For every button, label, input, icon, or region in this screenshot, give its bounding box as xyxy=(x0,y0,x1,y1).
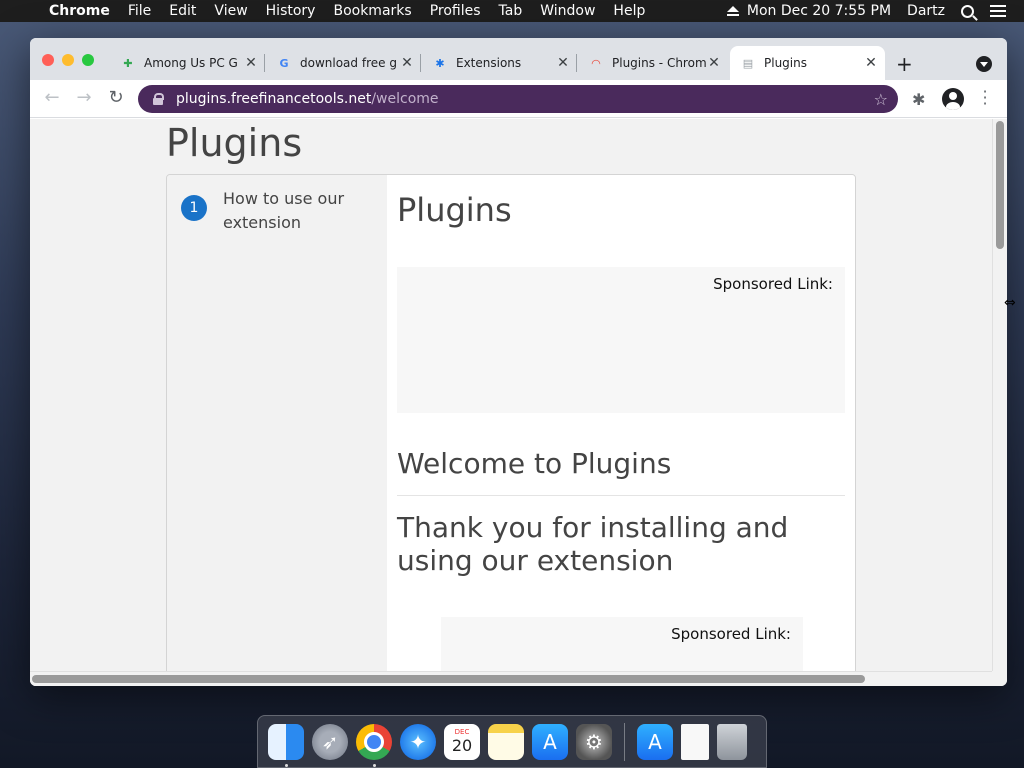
tab-separator xyxy=(420,54,421,72)
step-number-badge: 1 xyxy=(181,195,207,221)
tab-title: Plugins xyxy=(764,56,807,70)
section-divider xyxy=(397,495,845,496)
tab-close-icon[interactable]: ✕ xyxy=(555,55,571,71)
step-label: How to use our extension xyxy=(223,189,345,232)
tab-plugins-active[interactable]: ▤ Plugins ✕ xyxy=(730,46,885,80)
menu-bar: Chrome File Edit View History Bookmarks … xyxy=(0,0,1024,22)
menu-bookmarks[interactable]: Bookmarks xyxy=(324,0,420,22)
running-indicator xyxy=(373,763,376,767)
sponsored-ad-box[interactable]: Sponsored Link: xyxy=(397,267,845,413)
back-arrow-icon[interactable]: ← xyxy=(42,88,62,108)
welcome-heading: Welcome to Plugins xyxy=(397,447,672,480)
finder-icon[interactable] xyxy=(268,723,304,767)
dock: ➶ ✦ DEC 20 A ⚙ A xyxy=(257,715,767,768)
vertical-scrollbar[interactable] xyxy=(992,119,1007,671)
tab-title: Among Us PC G xyxy=(144,56,238,70)
horizontal-scroll-thumb[interactable] xyxy=(32,675,865,683)
calendar-day: 20 xyxy=(451,736,473,755)
window-minimize-button[interactable] xyxy=(62,54,74,66)
steps-sidebar: 1 How to use our extension xyxy=(167,175,387,686)
page-viewport: Plugins 1 How to use our extension Plugi… xyxy=(30,119,1007,686)
menu-window[interactable]: Window xyxy=(531,0,604,22)
page-title: Plugins xyxy=(166,121,303,165)
chrome-icon[interactable] xyxy=(356,723,392,767)
puzzle-icon: ✱ xyxy=(435,56,445,70)
vertical-scroll-thumb[interactable] xyxy=(996,121,1004,249)
menubar-user[interactable]: Dartz xyxy=(899,3,953,19)
new-tab-button[interactable]: + xyxy=(896,52,913,76)
launchpad-icon[interactable]: ➶ xyxy=(312,723,348,760)
system-preferences-icon[interactable]: ⚙ xyxy=(576,723,612,760)
tab-close-icon[interactable]: ✕ xyxy=(399,55,415,71)
menu-file[interactable]: File xyxy=(119,0,160,22)
tab-close-icon[interactable]: ✕ xyxy=(706,55,722,71)
url-path: /welcome xyxy=(371,91,439,107)
browser-toolbar: ← → ↻ plugins.freefinancetools.net/welco… xyxy=(30,80,1007,118)
tab-plugins-chrome[interactable]: ◠ Plugins - Chrom ✕ xyxy=(578,46,728,80)
calendar-month: DEC xyxy=(454,728,470,736)
document-icon[interactable] xyxy=(681,723,709,760)
forward-arrow-icon[interactable]: → xyxy=(74,88,94,108)
safari-icon[interactable]: ✦ xyxy=(400,723,436,760)
menu-edit[interactable]: Edit xyxy=(160,0,205,22)
profile-avatar-icon[interactable] xyxy=(942,88,964,110)
resize-cursor-icon: ⇔ xyxy=(1004,295,1016,311)
rainbow-icon: ◠ xyxy=(591,56,601,70)
tab-extensions[interactable]: ✱ Extensions ✕ xyxy=(422,46,577,80)
app-store-downloads-icon[interactable]: A xyxy=(637,723,673,760)
page-icon: ▤ xyxy=(742,56,754,70)
url-host: plugins.freefinancetools.net xyxy=(176,91,372,107)
app-store-icon[interactable]: A xyxy=(532,723,568,760)
eject-icon[interactable] xyxy=(726,6,739,16)
sponsored-label: Sponsored Link: xyxy=(713,275,833,293)
menu-profiles[interactable]: Profiles xyxy=(421,0,490,22)
menu-history[interactable]: History xyxy=(257,0,325,22)
tab-title: download free g xyxy=(300,56,397,70)
tab-title: Plugins - Chrom xyxy=(612,56,706,70)
tab-strip: ✚ Among Us PC G ✕ G download free g ✕ ✱ … xyxy=(30,38,1007,80)
spotlight-search-icon[interactable] xyxy=(961,4,974,18)
lock-icon[interactable] xyxy=(152,93,164,105)
tab-close-icon[interactable]: ✕ xyxy=(863,55,879,71)
tab-separator xyxy=(264,54,265,72)
horizontal-scrollbar[interactable] xyxy=(30,671,992,686)
welcome-card: 1 How to use our extension Plugins Spons… xyxy=(166,174,856,686)
calendar-icon[interactable]: DEC 20 xyxy=(444,723,480,760)
google-icon: G xyxy=(279,56,289,70)
tab-title: Extensions xyxy=(456,56,522,70)
window-close-button[interactable] xyxy=(42,54,54,66)
menu-tab[interactable]: Tab xyxy=(490,0,532,22)
sponsored-label: Sponsored Link: xyxy=(671,625,791,643)
running-indicator xyxy=(285,763,288,767)
window-maximize-button[interactable] xyxy=(82,54,94,66)
address-bar[interactable]: plugins.freefinancetools.net/welcome ☆ xyxy=(138,85,898,113)
gamepad-icon: ✚ xyxy=(123,56,133,70)
dock-separator xyxy=(624,722,625,761)
trash-icon[interactable] xyxy=(717,723,747,760)
menu-app-name[interactable]: Chrome xyxy=(40,0,119,22)
bookmark-star-icon[interactable]: ☆ xyxy=(874,90,888,109)
chrome-window: ✚ Among Us PC G ✕ G download free g ✕ ✱ … xyxy=(30,38,1007,686)
step-item[interactable]: 1 How to use our extension xyxy=(181,187,353,235)
tab-close-icon[interactable]: ✕ xyxy=(243,55,259,71)
more-menu-icon[interactable]: · · · xyxy=(980,84,990,112)
main-content: Plugins Sponsored Link: Welcome to Plugi… xyxy=(387,175,855,686)
reload-icon[interactable]: ↻ xyxy=(106,88,126,108)
content-title: Plugins xyxy=(397,191,512,229)
tab-separator xyxy=(576,54,577,72)
extensions-puzzle-icon[interactable]: ✱ xyxy=(912,90,925,109)
menubar-clock[interactable]: Mon Dec 20 7:55 PM xyxy=(739,3,899,19)
thanks-heading: Thank you for installing and using our e… xyxy=(397,511,789,577)
notes-icon[interactable] xyxy=(488,723,524,760)
tab-among-us[interactable]: ✚ Among Us PC G ✕ xyxy=(110,46,265,80)
menu-view[interactable]: View xyxy=(205,0,256,22)
tab-download-free[interactable]: G download free g ✕ xyxy=(266,46,421,80)
control-center-icon[interactable] xyxy=(990,5,1006,17)
menu-help[interactable]: Help xyxy=(604,0,654,22)
tab-search-icon[interactable] xyxy=(976,56,992,72)
